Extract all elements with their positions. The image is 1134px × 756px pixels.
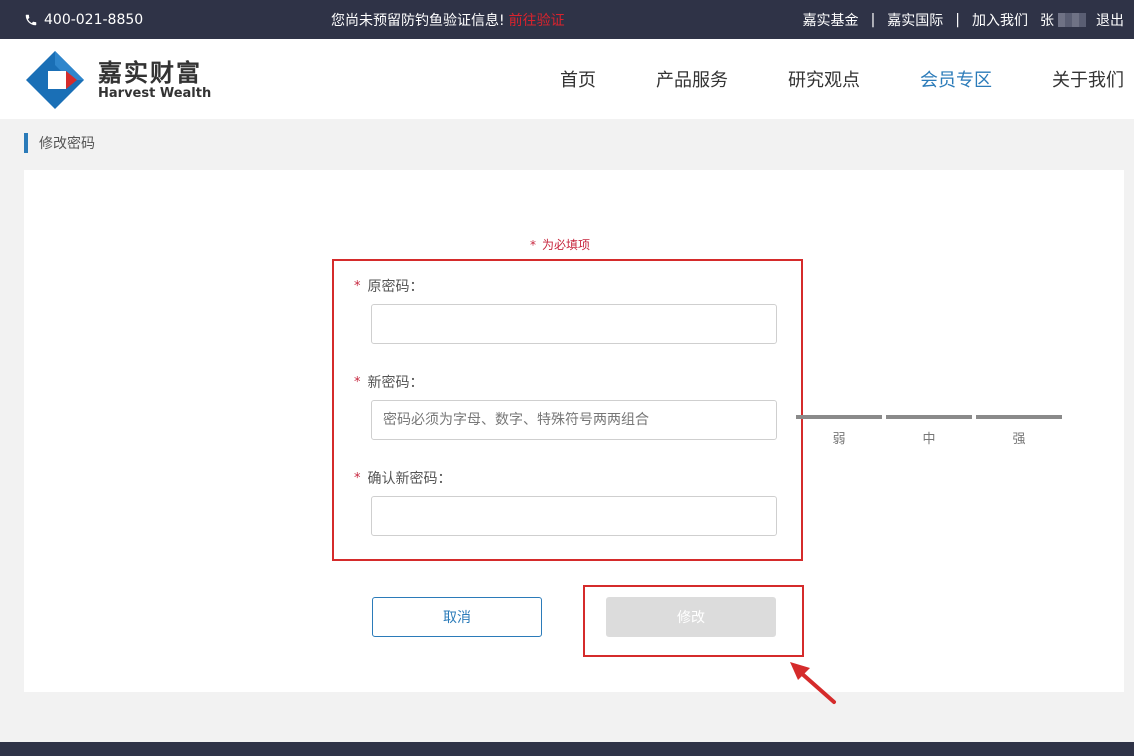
new-password-input[interactable] xyxy=(371,400,777,440)
harvest-logo-icon xyxy=(26,51,84,109)
logo-cn-text: 嘉实财富 xyxy=(98,58,202,87)
confirm-password-label-text: 确认新密码： xyxy=(367,471,452,487)
link-join-us[interactable]: 加入我们 xyxy=(972,10,1028,30)
old-password-input[interactable] xyxy=(371,304,777,344)
nav-member[interactable]: 会员专区 xyxy=(920,66,992,92)
strength-bar-strong xyxy=(976,415,1062,419)
user-name[interactable]: 张 xyxy=(1040,10,1086,30)
user-name-mask xyxy=(1058,12,1086,27)
confirm-password-label: * 确认新密码： xyxy=(354,468,452,488)
submit-button[interactable]: 修改 xyxy=(606,597,776,637)
page-title: 修改密码 xyxy=(39,136,95,152)
strength-label-strong: 强 xyxy=(1012,432,1026,447)
anti-phishing-notice: 您尚未预留防钓鱼验证信息! 前往验证 xyxy=(331,0,565,39)
notice-text: 您尚未预留防钓鱼验证信息! xyxy=(331,12,505,29)
nav-home[interactable]: 首页 xyxy=(560,66,596,92)
divider: | xyxy=(870,11,876,28)
nav-research[interactable]: 研究观点 xyxy=(788,66,860,92)
confirm-password-input[interactable] xyxy=(371,496,777,536)
required-note-text: 为必填项 xyxy=(542,238,591,252)
nav-about[interactable]: 关于我们 xyxy=(1052,66,1124,92)
required-note: * 为必填项 xyxy=(530,236,590,253)
user-name-text: 张 xyxy=(1040,12,1054,29)
breadcrumb-accent-bar xyxy=(24,133,28,153)
strength-bar-weak xyxy=(796,415,882,419)
hotline: 400-021-8850 xyxy=(24,0,143,39)
verify-link[interactable]: 前往验证 xyxy=(509,10,565,30)
divider: | xyxy=(955,11,960,28)
required-star: * xyxy=(530,238,536,252)
top-links: 嘉实基金 | 嘉实国际 | 加入我们 张 退出 xyxy=(803,0,1124,39)
breadcrumb: 修改密码 xyxy=(24,133,95,153)
top-bar: 400-021-8850 您尚未预留防钓鱼验证信息! 前往验证 嘉实基金 | 嘉… xyxy=(0,0,1134,39)
logo[interactable]: 嘉实财富 Harvest Wealth xyxy=(24,49,211,111)
new-password-label-text: 新密码： xyxy=(367,375,424,391)
main-nav: 首页 产品服务 研究观点 会员专区 关于我们 xyxy=(500,39,1134,119)
hotline-number: 400-021-8850 xyxy=(44,11,144,28)
cancel-button[interactable]: 取消 xyxy=(372,597,542,637)
strength-label-weak: 弱 xyxy=(832,432,846,447)
required-star: * xyxy=(354,470,361,486)
logout-link[interactable]: 退出 xyxy=(1096,10,1124,30)
old-password-label-text: 原密码： xyxy=(367,279,424,295)
old-password-label: * 原密码： xyxy=(354,276,424,296)
strength-bar-medium xyxy=(886,415,972,419)
site-header: 嘉实财富 Harvest Wealth 首页 产品服务 研究观点 会员专区 关于… xyxy=(0,39,1134,119)
annotation-arrow-icon xyxy=(790,662,836,704)
required-star: * xyxy=(354,278,361,294)
new-password-label: * 新密码： xyxy=(354,372,424,392)
nav-products[interactable]: 产品服务 xyxy=(656,66,728,92)
footer-bar xyxy=(0,742,1134,756)
phone-icon xyxy=(25,14,37,25)
link-harvest-fund[interactable]: 嘉实基金 xyxy=(803,10,859,30)
strength-label-medium: 中 xyxy=(922,432,936,447)
required-star: * xyxy=(354,374,361,390)
logo-en-text: Harvest Wealth xyxy=(98,85,212,101)
link-harvest-international[interactable]: 嘉实国际 xyxy=(887,10,943,30)
